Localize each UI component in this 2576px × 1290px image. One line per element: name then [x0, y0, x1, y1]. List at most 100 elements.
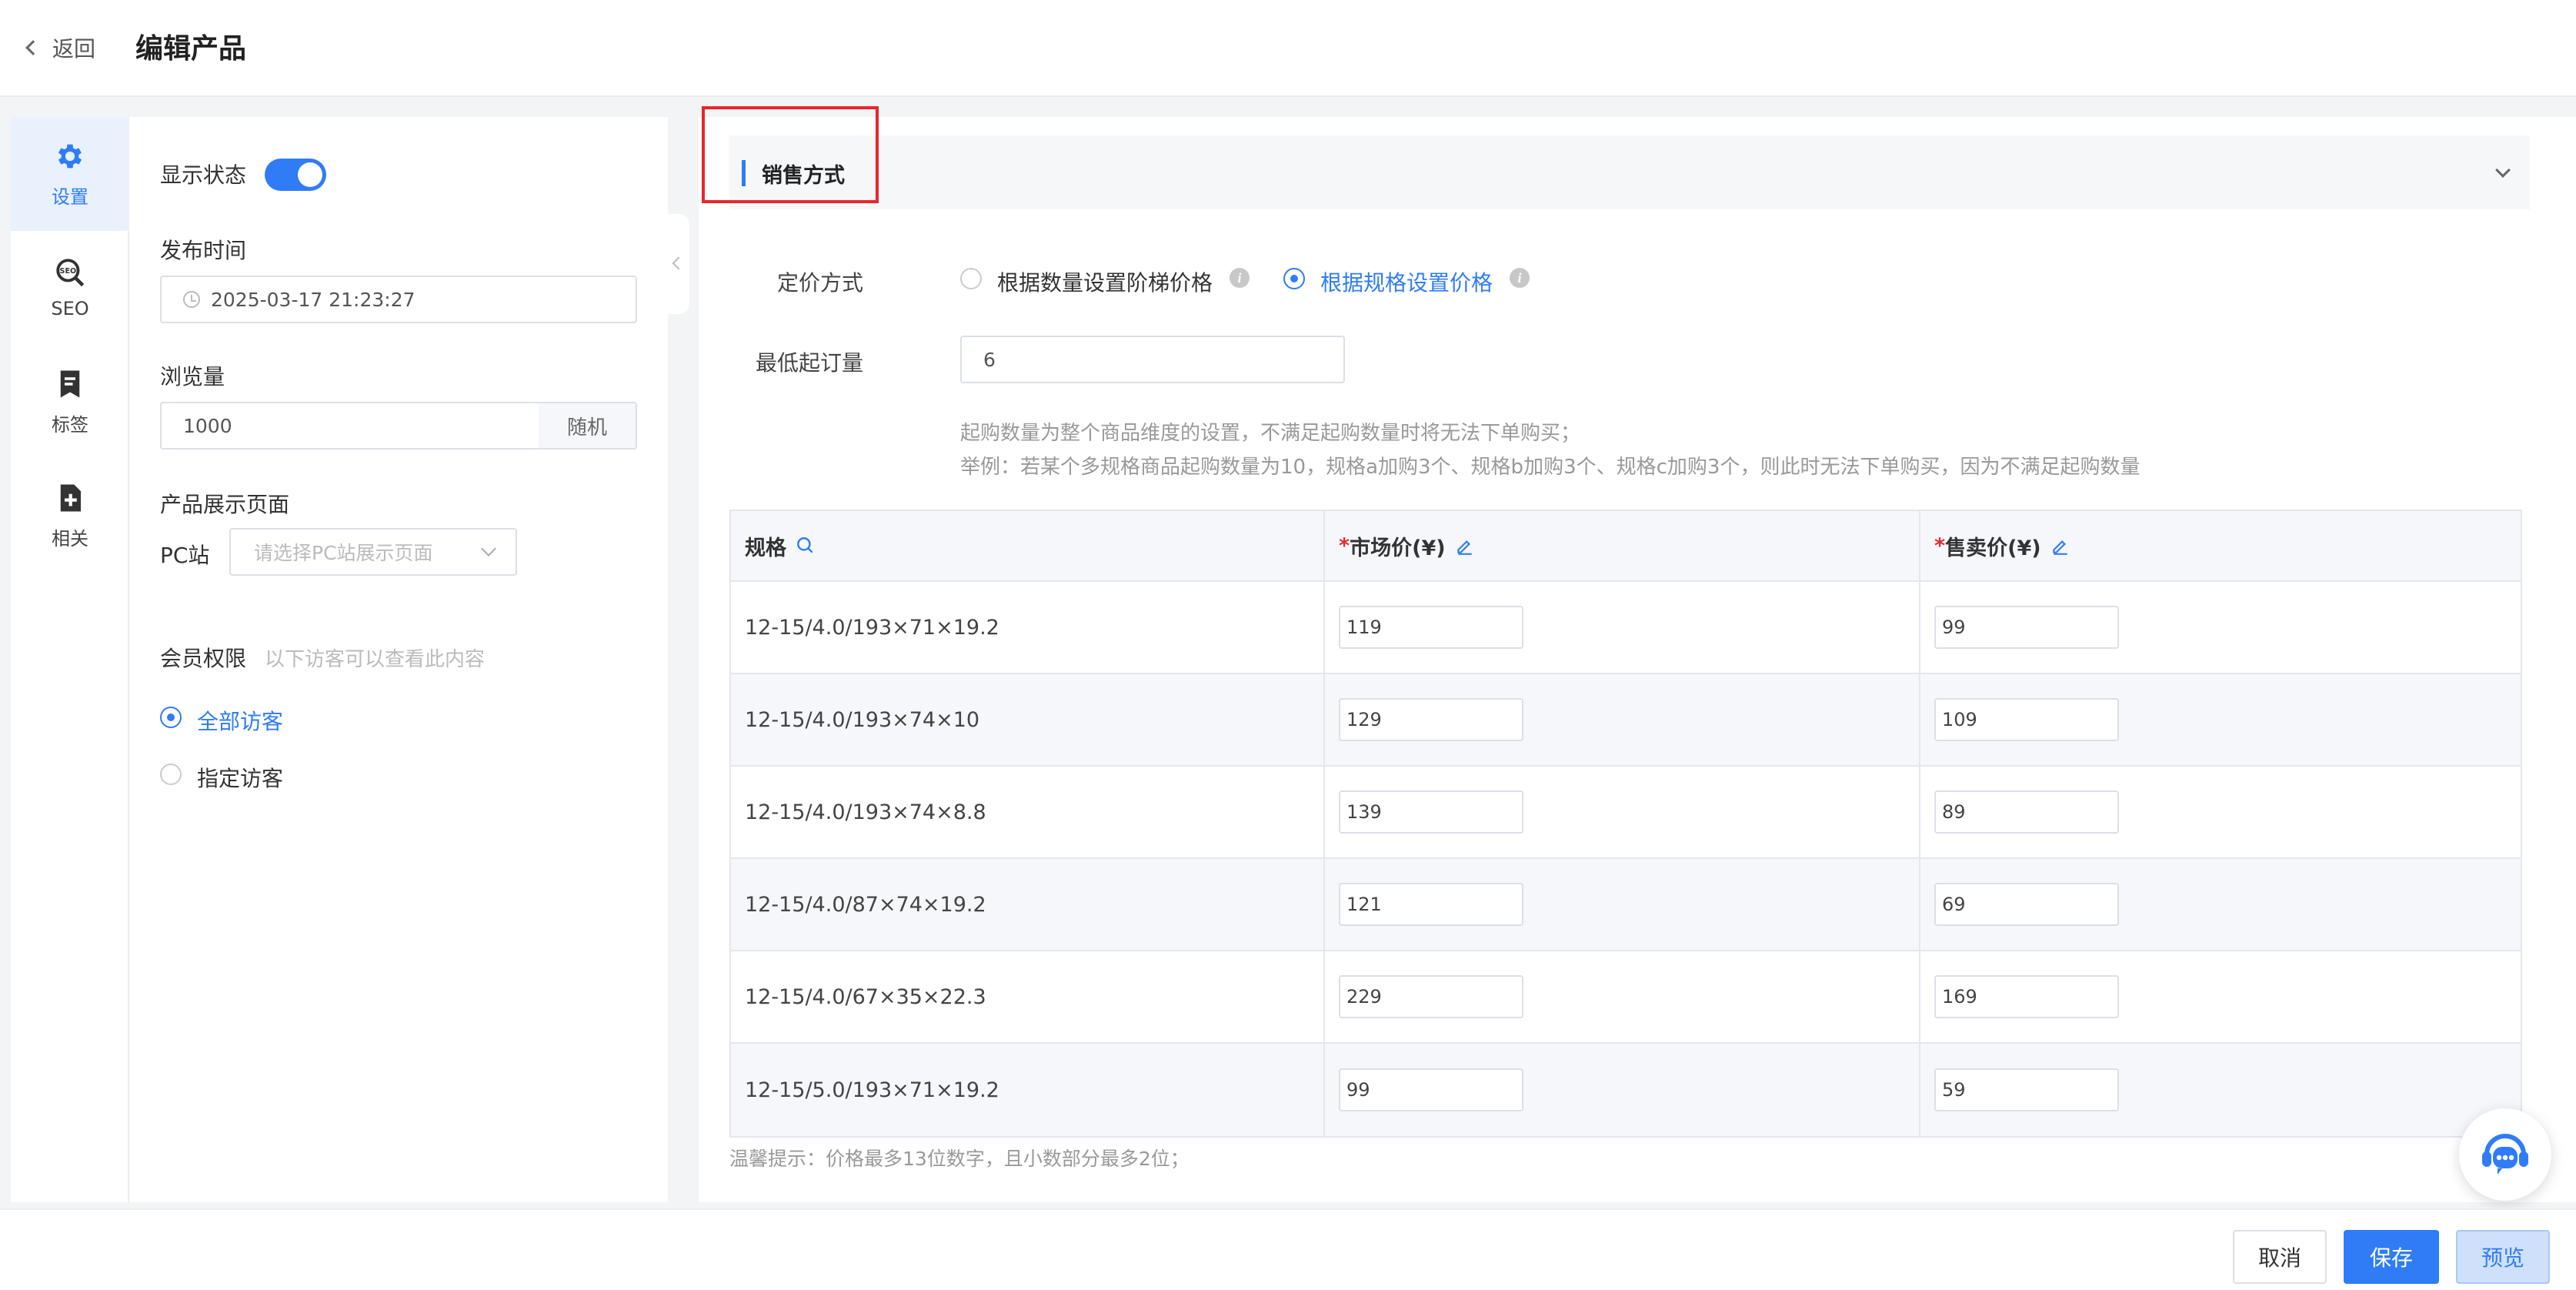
- footer-bar: 取消 保存 预览: [0, 1208, 2576, 1290]
- spec-cell: 12-15/4.0/193×71×19.2: [731, 582, 1325, 673]
- market-price-input[interactable]: 121: [1339, 883, 1523, 926]
- sale-price-cell: 99: [1920, 582, 2521, 673]
- customer-service-button[interactable]: [2459, 1108, 2551, 1201]
- back-button[interactable]: 返回: [25, 31, 96, 65]
- spec-cell: 12-15/4.0/193×74×10: [731, 674, 1325, 765]
- sale-price-cell: 169: [1920, 951, 2521, 1042]
- cancel-button[interactable]: 取消: [2233, 1230, 2327, 1284]
- nav-label: 标签: [52, 413, 88, 436]
- product-page-label: 产品展示页面: [160, 492, 290, 517]
- page-title: 编辑产品: [135, 33, 247, 65]
- nav-item-seo[interactable]: SEO SEO: [11, 231, 129, 345]
- nav-item-tags[interactable]: 标签: [11, 345, 129, 459]
- table-row: 12-15/4.0/193×71×19.2 119 99: [731, 582, 2521, 674]
- tier-pricing-label[interactable]: 根据数量设置阶梯价格: [997, 266, 1213, 297]
- sale-price-cell: 69: [1920, 859, 2521, 950]
- market-price-input[interactable]: 129: [1339, 698, 1523, 741]
- min-order-input[interactable]: 6: [960, 336, 1345, 383]
- min-order-example: 举例：若某个多规格商品起购数量为10，规格a加购3个、规格b加购3个、规格c加购…: [960, 456, 2141, 479]
- sale-price-column-header: * 售卖价(¥): [1920, 511, 2521, 580]
- sale-price-cell: 59: [1920, 1044, 2521, 1136]
- views-input[interactable]: 1000: [160, 402, 540, 449]
- market-price-input[interactable]: 119: [1339, 606, 1523, 649]
- edit-icon[interactable]: [2050, 536, 2070, 556]
- chevron-down-icon: [481, 541, 496, 556]
- nav-label: 设置: [52, 185, 88, 208]
- sale-price-header-label: 售卖价(¥): [1945, 536, 2041, 560]
- sale-price-input[interactable]: 69: [1934, 883, 2119, 926]
- table-row: 12-15/4.0/67×35×22.3 229 169: [731, 951, 2521, 1044]
- spec-cell: 12-15/4.0/193×74×8.8: [731, 767, 1325, 857]
- save-button[interactable]: 保存: [2344, 1230, 2439, 1284]
- gear-icon: [58, 144, 82, 168]
- sale-price-input[interactable]: 89: [1934, 790, 2119, 834]
- table-row: 12-15/5.0/193×71×19.2 99 59: [731, 1044, 2521, 1136]
- sale-price-input[interactable]: 99: [1934, 606, 2119, 649]
- member-permission-label: 会员权限: [160, 646, 247, 671]
- required-mark: *: [1339, 533, 1350, 558]
- table-row: 12-15/4.0/193×74×10 129 109: [731, 674, 2521, 767]
- random-button[interactable]: 随机: [539, 402, 637, 449]
- seo-icon: SEO: [56, 259, 85, 287]
- nav-label: 相关: [52, 527, 88, 550]
- display-status-label: 显示状态: [160, 162, 247, 188]
- nav-label: SEO: [51, 298, 89, 319]
- chevron-down-icon[interactable]: [2495, 162, 2511, 178]
- back-label: 返回: [52, 36, 96, 62]
- pc-site-select[interactable]: 请选择PC站展示页面: [229, 528, 517, 576]
- required-mark: *: [1934, 533, 1946, 558]
- edit-icon[interactable]: [1455, 536, 1475, 556]
- info-icon[interactable]: i: [1510, 268, 1530, 288]
- all-visitors-label[interactable]: 全部访客: [197, 705, 283, 736]
- market-price-cell: 139: [1325, 767, 1920, 857]
- preview-button[interactable]: 预览: [2456, 1230, 2550, 1284]
- nav-item-settings[interactable]: 设置: [11, 117, 129, 231]
- spec-cell: 12-15/5.0/193×71×19.2: [731, 1044, 1325, 1136]
- svg-text:SEO: SEO: [60, 267, 77, 276]
- info-icon[interactable]: i: [1230, 268, 1250, 288]
- publish-time-label: 发布时间: [160, 238, 247, 263]
- main-panel: 销售方式 定价方式 根据数量设置阶梯价格 i 根据规格设置价格 i 最低起订量 …: [699, 117, 2576, 1202]
- search-icon[interactable]: [796, 536, 816, 556]
- publish-time-value: 2025-03-17 21:23:27: [211, 288, 415, 311]
- market-price-cell: 99: [1325, 1044, 1920, 1136]
- publish-time-input[interactable]: 2025-03-17 21:23:27: [160, 276, 637, 323]
- pc-site-label: PC站: [160, 543, 210, 568]
- settings-panel: 显示状态 发布时间 2025-03-17 21:23:27 浏览量 1000 随…: [129, 117, 668, 1202]
- sale-price-input[interactable]: 169: [1934, 975, 2119, 1018]
- page-header: 返回 编辑产品: [0, 0, 2576, 97]
- sale-price-cell: 109: [1920, 674, 2521, 765]
- all-visitors-radio[interactable]: [160, 707, 182, 728]
- pricing-method-label: 定价方式: [776, 270, 863, 296]
- market-price-column-header: * 市场价(¥): [1325, 511, 1920, 580]
- price-tip: 温馨提示：价格最多13位数字，且小数部分最多2位；: [729, 1148, 1190, 1170]
- spec-pricing-label[interactable]: 根据规格设置价格: [1320, 266, 1493, 297]
- sale-price-input[interactable]: 109: [1934, 698, 2119, 741]
- headset-chat-icon: [2482, 1134, 2528, 1175]
- highlight-box: [702, 106, 879, 203]
- market-price-cell: 121: [1325, 859, 1920, 950]
- spec-cell: 12-15/4.0/87×74×19.2: [731, 859, 1325, 950]
- specific-visitors-radio[interactable]: [160, 764, 182, 785]
- spec-header-label: 规格: [745, 536, 786, 560]
- nav-item-related[interactable]: 相关: [11, 459, 129, 573]
- spec-pricing-radio[interactable]: [1283, 268, 1305, 289]
- views-value: 1000: [183, 414, 232, 437]
- collapse-panel-handle[interactable]: [668, 214, 689, 314]
- table-header: 规格 * 市场价(¥) * 售卖价(¥): [731, 511, 2521, 582]
- side-nav: 设置 SEO SEO 标签 相关: [11, 117, 129, 1202]
- min-order-label: 最低起订量: [755, 350, 863, 376]
- market-price-input[interactable]: 139: [1339, 790, 1523, 834]
- market-price-cell: 229: [1325, 951, 1920, 1042]
- market-price-input[interactable]: 229: [1339, 975, 1523, 1018]
- market-price-input[interactable]: 99: [1339, 1068, 1523, 1111]
- display-status-toggle[interactable]: [265, 159, 326, 191]
- sales-section-header[interactable]: 销售方式: [729, 135, 2530, 209]
- specific-visitors-label[interactable]: 指定访客: [197, 762, 283, 793]
- tier-pricing-radio[interactable]: [960, 268, 982, 289]
- table-row: 12-15/4.0/193×74×8.8 139 89: [731, 767, 2521, 859]
- chevron-left-icon: [25, 40, 41, 55]
- spec-column-header: 规格: [731, 511, 1325, 580]
- bookmark-icon: [60, 370, 80, 397]
- sale-price-input[interactable]: 59: [1934, 1068, 2119, 1111]
